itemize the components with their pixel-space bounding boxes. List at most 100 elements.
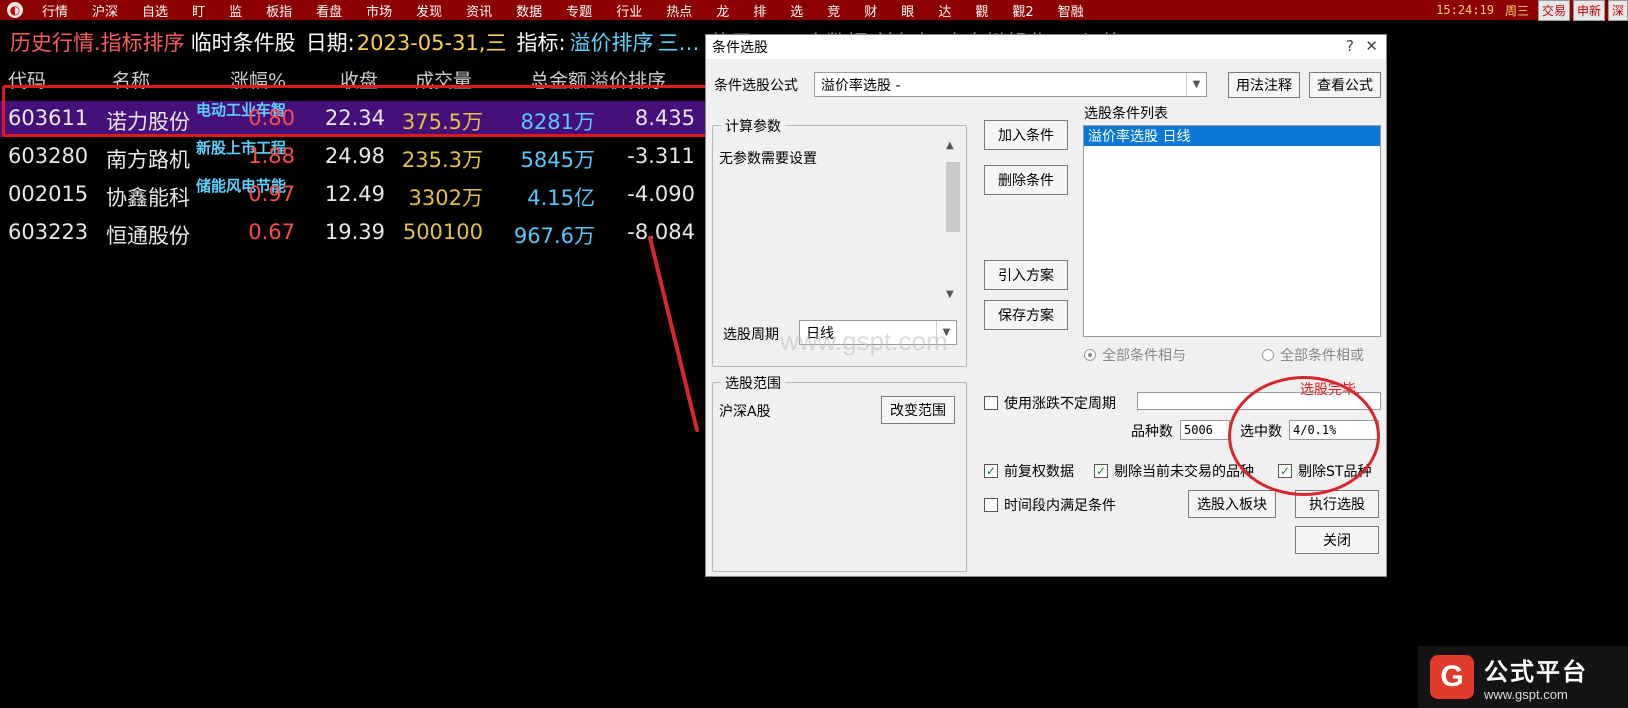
cell-amount: 4.15亿 <box>527 186 595 210</box>
usage-button[interactable]: 用法注释 <box>1228 72 1300 98</box>
date-value: 2023-05-31,三 <box>356 31 507 55</box>
table-row[interactable]: 603280 南方路机 新股上市工程 1.88 24.98 235.3万 584… <box>0 139 710 175</box>
menu-item[interactable]: 盯 <box>180 1 217 20</box>
chevron-down-icon[interactable]: ▼ <box>936 321 956 344</box>
menu-item[interactable]: 达 <box>926 1 963 20</box>
menu-item[interactable]: 行情 <box>30 1 80 20</box>
header-change[interactable]: 涨幅% <box>230 66 286 93</box>
radio-and[interactable]: 全部条件相与 <box>1084 345 1186 365</box>
params-scrollbar[interactable]: ▲ ▼ <box>944 140 960 300</box>
cell-close: 24.98 <box>324 144 385 168</box>
menu-item[interactable]: 排 <box>741 1 778 20</box>
menu-item[interactable]: 专题 <box>554 1 604 20</box>
menu-item[interactable]: 财 <box>852 1 889 20</box>
adjust-label: 前复权数据 <box>1004 464 1074 480</box>
check-icon[interactable]: ✓ <box>1278 464 1292 478</box>
formula-select[interactable]: 溢价率选股 - ▼ <box>814 72 1207 97</box>
cell-code: 603280 <box>8 144 89 168</box>
time-range-box[interactable] <box>984 498 998 512</box>
menu-item[interactable]: 行业 <box>604 1 654 20</box>
menu-item[interactable]: 市场 <box>354 1 404 20</box>
save-plan-button[interactable]: 保存方案 <box>984 300 1068 330</box>
header-amount[interactable]: 总金额 <box>530 66 587 93</box>
cell-code: 603611 <box>8 106 89 130</box>
dialog-title: 条件选股 <box>712 40 768 56</box>
menu-item[interactable]: 觀 <box>963 1 1000 20</box>
app-logo[interactable]: ◐ <box>0 0 30 20</box>
time-range-checkbox[interactable]: 时间段内满足条件 <box>984 495 1116 515</box>
st-checkbox[interactable]: ✓ 剔除ST品种 <box>1278 461 1371 481</box>
menu-bar: ◐ 行情 沪深 自选盯监板指 看盘 市场 发现 资讯 数据 专题 行业 热点龙排选竞财眼达觀觀2 智融… <box>0 0 1628 21</box>
radio-and-dot[interactable] <box>1084 349 1096 361</box>
run-select-button[interactable]: 执行选股 <box>1295 490 1379 518</box>
use-period-box[interactable] <box>984 396 998 410</box>
cell-code: 002015 <box>8 182 89 206</box>
no-trade-checkbox[interactable]: ✓ 剔除当前未交易的品种 <box>1094 461 1254 481</box>
scroll-thumb[interactable] <box>946 162 960 232</box>
date-label: 日期: <box>305 31 355 55</box>
header-volume[interactable]: 成交量 <box>415 66 472 93</box>
cell-rank: -4.090 <box>627 182 695 206</box>
menu-item[interactable]: 发现 <box>404 1 454 20</box>
view-formula-button[interactable]: 查看公式 <box>1309 72 1381 98</box>
menu-item[interactable]: 智融 <box>1046 1 1096 20</box>
menu-item[interactable]: 觀2 <box>1000 1 1045 20</box>
scroll-up-icon[interactable]: ▲ <box>946 140 954 151</box>
close-button[interactable]: 关闭 <box>1295 526 1379 554</box>
menu-item[interactable]: 竞 <box>815 1 852 20</box>
trade-button[interactable]: 交易 <box>1537 0 1570 21</box>
table-row[interactable]: 002015 协鑫能科 储能风电节能 0.97 12.49 3302万 4.15… <box>0 177 710 213</box>
cell-name: 南方路机 <box>106 148 190 172</box>
change-scope-button[interactable]: 改变范围 <box>881 396 955 424</box>
dialog-titlebar[interactable]: 条件选股 ? ✕ <box>706 35 1386 59</box>
help-icon[interactable]: ? <box>1346 37 1354 55</box>
check-icon[interactable]: ✓ <box>984 464 998 478</box>
header-code[interactable]: 代码 <box>8 66 46 93</box>
radio-or[interactable]: 全部条件相或 <box>1262 345 1364 365</box>
table-row[interactable]: 603223 恒通股份 0.67 19.39 500100 967.6万 -8.… <box>0 215 710 251</box>
check-icon[interactable]: ✓ <box>1094 464 1108 478</box>
header-name[interactable]: 名称 <box>112 66 150 93</box>
cell-amount: 967.6万 <box>513 224 595 248</box>
scroll-down-icon[interactable]: ▼ <box>946 289 954 300</box>
menu-item[interactable]: 资讯 <box>454 1 504 20</box>
menu-item[interactable]: 自选 <box>130 1 180 20</box>
condition-list[interactable]: 溢价率选股 日线 <box>1083 125 1381 337</box>
formula-label: 条件选股公式 <box>714 78 798 94</box>
chevron-down-icon[interactable]: ▼ <box>1186 73 1206 96</box>
radio-or-dot[interactable] <box>1262 349 1274 361</box>
close-icon[interactable]: ✕ <box>1365 37 1378 55</box>
menu-item[interactable]: 眼 <box>889 1 926 20</box>
cell-volume: 3302万 <box>408 186 483 210</box>
menu-item[interactable]: 数据 <box>504 1 554 20</box>
header-close[interactable]: 收盘 <box>340 66 378 93</box>
add-condition-button[interactable]: 加入条件 <box>984 120 1068 150</box>
weekday: 周三 <box>1504 3 1529 18</box>
menu-item[interactable]: 热点 <box>654 1 704 20</box>
use-period-checkbox[interactable]: 使用涨跌不定周期 <box>984 393 1116 413</box>
menu-item[interactable]: 沪深 <box>80 1 130 20</box>
menu-item[interactable]: 选 <box>778 1 815 20</box>
new-stock-button[interactable]: 申新 <box>1572 0 1605 21</box>
indicator-label: 指标: <box>516 31 566 55</box>
menu-item[interactable]: 板指 <box>254 1 304 20</box>
table-row[interactable]: 603611 诺力股份 电动工业车智 0.80 22.34 375.5万 828… <box>0 101 710 137</box>
header-rank[interactable]: 溢价排序 <box>590 66 666 93</box>
menu-item[interactable]: 看盘 <box>304 1 354 20</box>
menu-item[interactable]: 监 <box>217 1 254 20</box>
period-select[interactable]: 日线 ▼ <box>799 320 957 345</box>
adjust-checkbox[interactable]: ✓ 前复权数据 <box>984 461 1074 481</box>
cell-change: 0.67 <box>248 220 295 244</box>
import-plan-button[interactable]: 引入方案 <box>984 260 1068 290</box>
delete-condition-button[interactable]: 删除条件 <box>984 165 1068 195</box>
to-block-button[interactable]: 选股入板块 <box>1188 490 1276 518</box>
list-item[interactable]: 溢价率选股 日线 <box>1084 126 1380 146</box>
condition-list-title: 选股条件列表 <box>1084 106 1168 122</box>
done-status: 选股完毕. <box>1300 382 1361 398</box>
category-label: 临时条件股 <box>190 31 296 55</box>
params-text: 无参数需要设置 <box>719 151 817 167</box>
menu-right: 15:24:19 周三 交易 申新 深 <box>1436 0 1628 21</box>
period-value: 日线 <box>806 325 834 342</box>
deep-button[interactable]: 深 <box>1607 0 1628 21</box>
menu-item[interactable]: 龙 <box>704 1 741 20</box>
